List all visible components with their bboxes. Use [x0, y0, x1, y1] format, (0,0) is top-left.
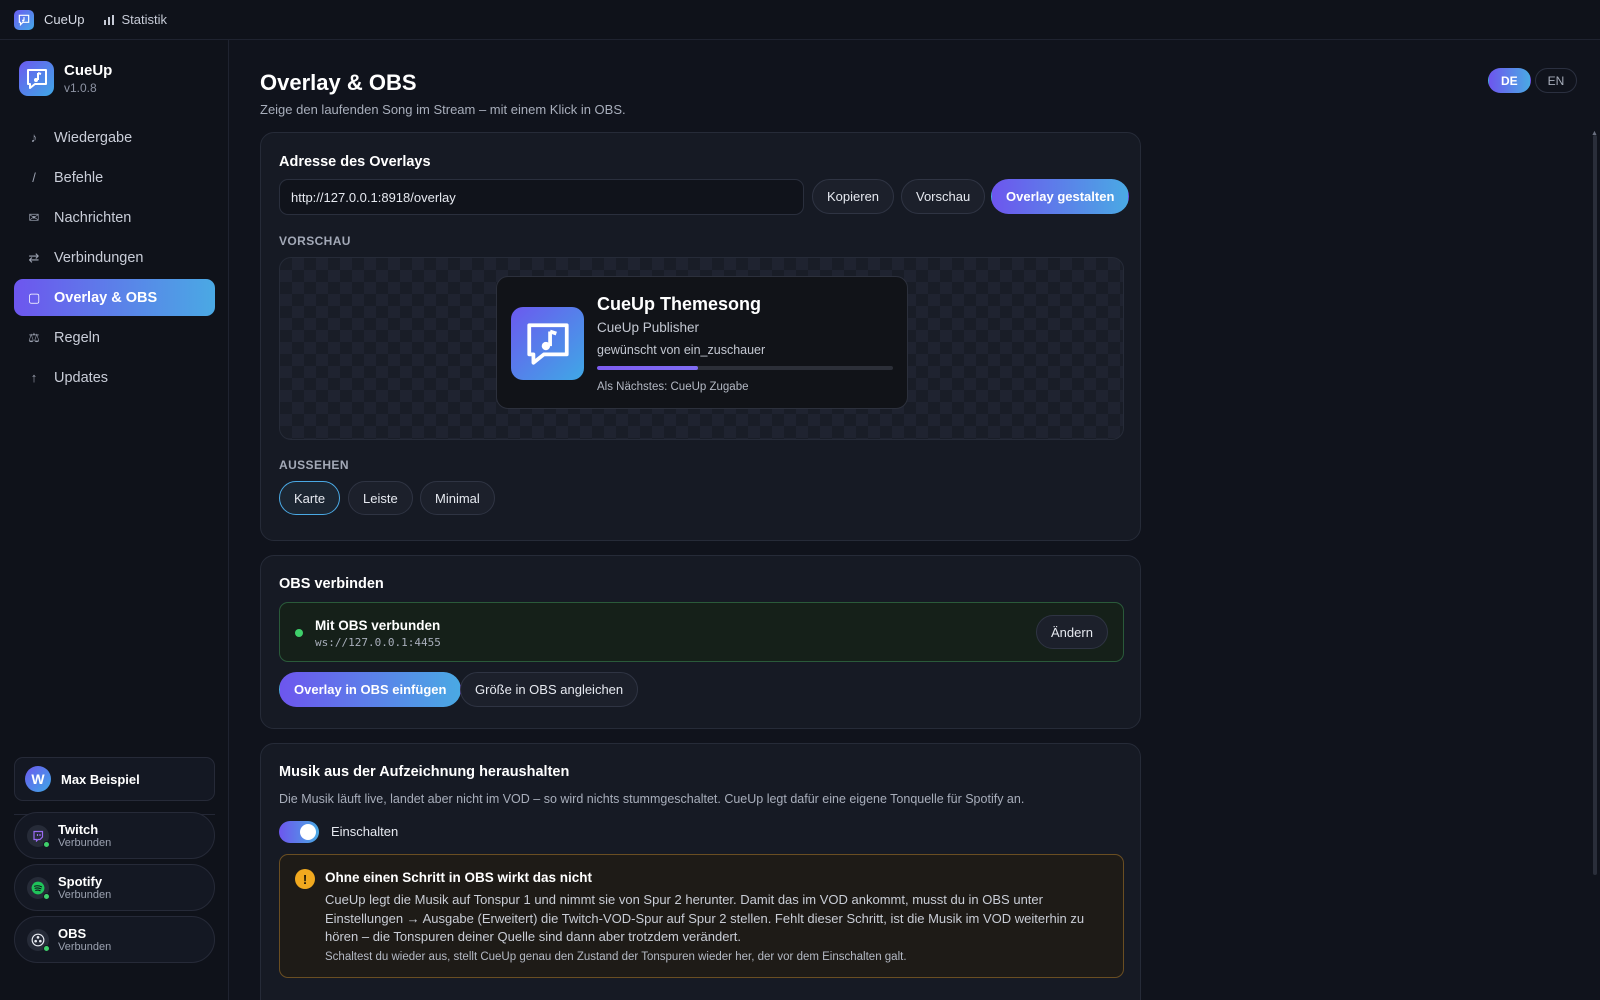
sidebar-item-updates[interactable]: ↑ Updates [14, 359, 215, 396]
connection-spotify[interactable]: Spotify Verbunden [14, 864, 215, 911]
status-dot [43, 840, 50, 848]
song-progress-bar [597, 366, 893, 370]
appearance-label: AUSSEHEN [279, 458, 349, 472]
sidebar: CueUp v1.0.8 ♪ Wiedergabe / Befehle ✉ Nachr… [0, 40, 229, 1000]
app-logo-icon [14, 9, 34, 30]
bar-chart-icon [104, 14, 115, 25]
next-song: Als Nächstes: CueUp Zugabe [597, 381, 749, 393]
scale-icon: ⚖ [28, 329, 40, 345]
topbar-brand[interactable]: CueUp [14, 9, 85, 30]
overlay-preview: CueUp Themesong CueUp Publisher gewünsch… [279, 257, 1124, 440]
sidebar-item-wiedergabe[interactable]: ♪ Wiedergabe [14, 119, 215, 156]
music-note-icon: ♪ [30, 130, 38, 145]
overlay-address-card: Adresse des Overlays http://127.0.0.1:89… [260, 132, 1141, 541]
arrow-up-icon: ↑ [30, 370, 38, 385]
vod-description: Die Musik läuft live, landet aber nicht … [279, 792, 1025, 806]
sidebar-item-label: Overlay & OBS [54, 289, 158, 306]
language-switch: DE EN [1488, 68, 1578, 93]
topbar-app-name: CueUp [44, 12, 85, 27]
sidebar-item-label: Updates [54, 369, 109, 386]
app-version: v1.0.8 [64, 81, 97, 95]
preview-button[interactable]: Vorschau [901, 179, 986, 214]
page-title: Overlay & OBS [260, 70, 417, 95]
status-dot [43, 892, 50, 900]
slash-icon: / [32, 170, 36, 185]
statistics-link[interactable]: Statistik [104, 12, 167, 27]
obs-icon [27, 928, 50, 952]
vod-toggle-label: Einschalten [331, 824, 399, 839]
sidebar-item-verbindungen[interactable]: ⇄ Verbindungen [14, 239, 215, 276]
main-content: Overlay & OBS Zeige den laufenden Song i… [229, 40, 1600, 1000]
warning-footnote: Schaltest du wieder aus, stellt CueUp ge… [325, 951, 907, 963]
connection-status: Verbunden [58, 888, 112, 901]
app-name: CueUp [64, 62, 113, 79]
user-name: Max Beispiel [61, 771, 140, 787]
connection-status: Verbunden [58, 836, 112, 849]
vod-toggle[interactable] [279, 821, 319, 843]
connection-status: Verbunden [58, 940, 112, 953]
statistics-label: Statistik [121, 12, 167, 27]
style-card-button[interactable]: Karte [279, 481, 341, 515]
page-subtitle: Zeige den laufenden Song im Stream – mit… [260, 102, 626, 117]
status-dot [43, 944, 50, 952]
overlay-preview-card: CueUp Themesong CueUp Publisher gewünsch… [496, 276, 908, 409]
obs-status-title: Mit OBS verbunden [315, 618, 441, 633]
connection-name: Twitch [58, 821, 99, 837]
connection-name: OBS [58, 925, 87, 941]
song-requester: gewünscht von ein_zuschauer [597, 343, 766, 357]
obs-connect-card: OBS verbinden Mit OBS verbunden ws://127… [260, 555, 1141, 729]
change-obs-button[interactable]: Ändern [1036, 615, 1108, 649]
sidebar-nav: ♪ Wiedergabe / Befehle ✉ Nachrichten ⇄ Verbi… [14, 119, 215, 399]
style-minimal-button[interactable]: Minimal [420, 481, 495, 515]
language-de-button[interactable]: DE [1488, 68, 1531, 93]
resize-obs-button[interactable]: Größe in OBS angleichen [460, 672, 639, 707]
user-card[interactable]: W Max Beispiel [14, 757, 215, 801]
scrollbar[interactable] [1593, 135, 1597, 875]
sidebar-item-label: Befehle [54, 169, 104, 186]
envelope-icon: ✉ [28, 209, 40, 225]
connection-twitch[interactable]: Twitch Verbunden [14, 812, 215, 859]
song-title: CueUp Themesong [597, 294, 762, 314]
overlay-url-input[interactable]: http://127.0.0.1:8918/overlay [279, 179, 804, 215]
language-en-button[interactable]: EN [1534, 68, 1578, 93]
connected-dot [295, 629, 303, 637]
insert-overlay-obs-button[interactable]: Overlay in OBS einfügen [279, 672, 462, 707]
overlay-square-icon: ▢ [28, 289, 41, 305]
design-overlay-button[interactable]: Overlay gestalten [991, 179, 1130, 214]
warning-body: CueUp legt die Musik auf Tonspur 1 und n… [325, 892, 1085, 944]
preview-label: VORSCHAU [279, 234, 351, 248]
sidebar-item-label: Regeln [54, 329, 100, 346]
sidebar-item-overlay-obs[interactable]: ▢ Overlay & OBS [14, 279, 215, 316]
app-header: CueUp v1.0.8 [19, 61, 112, 96]
song-progress-fill [597, 366, 698, 370]
sidebar-item-regeln[interactable]: ⚖ Regeln [14, 319, 215, 356]
vod-title: Musik aus der Aufzeichnung heraushalten [279, 764, 570, 780]
album-art-icon [511, 307, 584, 380]
twitch-icon [27, 824, 50, 848]
sidebar-item-label: Wiedergabe [54, 129, 133, 146]
vod-warning: ! Ohne einen Schritt in OBS wirkt das ni… [279, 854, 1124, 978]
vod-card: Musik aus der Aufzeichnung heraushalten … [260, 743, 1141, 1000]
arrows-swap-icon: ⇄ [28, 249, 40, 265]
connection-obs[interactable]: OBS Verbunden [14, 916, 215, 963]
warning-icon: ! [295, 869, 315, 889]
song-artist: CueUp Publisher [597, 320, 700, 335]
connection-name: Spotify [58, 873, 103, 889]
app-logo-icon [19, 61, 54, 96]
warning-title: Ohne einen Schritt in OBS wirkt das nich… [325, 870, 593, 885]
sidebar-item-label: Verbindungen [54, 249, 144, 266]
obs-connect-title: OBS verbinden [279, 576, 384, 592]
obs-status-box: Mit OBS verbunden ws://127.0.0.1:4455 Än… [279, 602, 1124, 662]
toggle-knob [300, 824, 316, 840]
obs-websocket-url: ws://127.0.0.1:4455 [315, 636, 441, 649]
style-bar-button[interactable]: Leiste [348, 481, 413, 515]
sidebar-item-befehle[interactable]: / Befehle [14, 159, 215, 196]
title-bar: CueUp Statistik [0, 0, 1600, 40]
spotify-icon [27, 876, 50, 900]
sidebar-item-label: Nachrichten [54, 209, 132, 226]
sidebar-item-nachrichten[interactable]: ✉ Nachrichten [14, 199, 215, 236]
overlay-address-title: Adresse des Overlays [279, 154, 431, 170]
copy-button[interactable]: Kopieren [812, 179, 895, 214]
avatar: W [25, 766, 51, 792]
